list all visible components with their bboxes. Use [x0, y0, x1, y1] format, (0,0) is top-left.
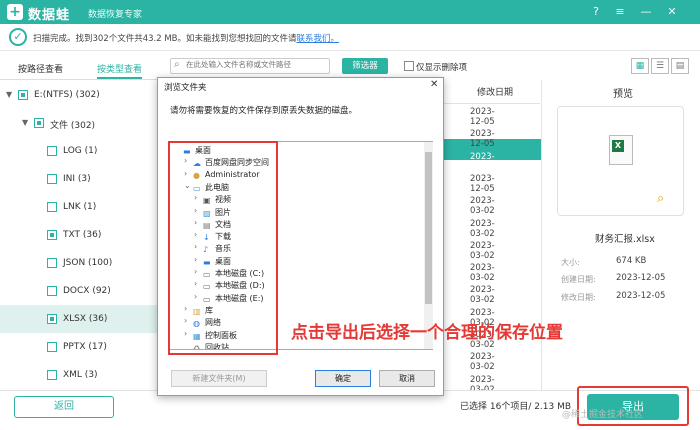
tree-checkbox[interactable] [47, 314, 57, 324]
app-logo-icon: + [7, 4, 23, 20]
highlight-box [168, 141, 278, 355]
magnify-icon[interactable]: ⌕ [657, 191, 664, 206]
settings-icon[interactable]: ≡ [613, 5, 627, 19]
tree-checkbox[interactable] [18, 90, 28, 100]
tree-item-label: E:(NTFS) (302) [34, 90, 100, 100]
created-value: 2023-12-05 [616, 273, 666, 283]
check-icon: ✓ [9, 28, 27, 46]
app-name: 数据蛙 [28, 8, 71, 23]
dialog-title: 浏览文件夹 [164, 83, 207, 93]
excel-icon: X [612, 140, 624, 152]
tab-by-path[interactable]: 按路径查看 [18, 62, 63, 75]
tree-item-label: DOCX (92) [63, 286, 111, 296]
tree-checkbox[interactable] [47, 230, 57, 240]
tree-checkbox[interactable] [47, 258, 57, 268]
date-cell: 2023-03-02 [470, 352, 495, 373]
size-value: 674 KB [616, 256, 647, 266]
modified-label: 修改日期: [561, 293, 596, 302]
detail-view-icon[interactable]: ▤ [671, 58, 689, 74]
grid-view-icon[interactable]: ▦ [631, 58, 649, 74]
date-cell: 2023-03-02 [470, 285, 495, 306]
annotation-text: 点击导出后选择一个合理的保存位置 [291, 323, 563, 343]
tree-checkbox[interactable] [47, 286, 57, 296]
selected-info: 已选择 16个项目/ 2.13 MB [460, 402, 572, 412]
export-highlight-box [577, 386, 689, 426]
tree-checkbox[interactable] [47, 370, 57, 380]
tree-checkbox[interactable] [47, 202, 57, 212]
ok-button[interactable]: 确定 [315, 370, 371, 387]
tree-item-label: XLSX (36) [63, 314, 108, 324]
preview-title: 预览 [613, 89, 633, 100]
cancel-button[interactable]: 取消 [379, 370, 435, 387]
size-label: 大小: [561, 258, 580, 267]
tree-item-label: LNK (1) [63, 202, 97, 212]
modified-value: 2023-12-05 [616, 291, 666, 301]
tree-item-label: PPTX (17) [63, 342, 107, 352]
watermark: @稀土掘金技术社区 [562, 410, 644, 420]
close-icon[interactable]: ✕ [665, 5, 679, 19]
expand-arrow-icon[interactable]: ▼ [6, 90, 12, 99]
status-message: 扫描完成。找到302个文件共43.2 MB。如未能找到您想找回的文件请联系我们。 [33, 34, 340, 44]
type-tree: ▼ E:(NTFS) (302) ▼ 文件 (302) LOG (1) INI (3) LN… [0, 81, 160, 386]
date-cell: 2023-12-05 [470, 151, 495, 172]
created-label: 创建日期: [561, 275, 596, 284]
new-folder-button[interactable]: 新建文件夹(M) [171, 370, 267, 387]
preview-filename: 财务汇报.xlsx [595, 234, 655, 245]
search-input[interactable] [186, 60, 326, 69]
dialog-close-icon[interactable]: ✕ [430, 79, 438, 90]
only-deleted-label: 仅显示删除项 [416, 63, 468, 73]
scrollbar-thumb[interactable] [425, 152, 432, 304]
tree-checkbox[interactable] [34, 118, 44, 128]
dialog-message: 请勿将需要恢复的文件保存到原丢失数据的磁盘。 [170, 106, 358, 116]
date-cell: 2023-03-02 [470, 263, 495, 284]
date-cell: 2023-12-05 [470, 173, 495, 194]
date-cell: 2023-03-02 [470, 218, 495, 239]
tree-item-label: 文件 (302) [50, 121, 96, 131]
filter-button[interactable]: 筛选器 [342, 58, 388, 74]
list-view-icon[interactable]: ☰ [651, 58, 669, 74]
tree-item-label: LOG (1) [63, 146, 98, 156]
question-icon[interactable]: ? [589, 5, 603, 19]
tree-item-label: JSON (100) [63, 258, 113, 268]
search-icon: ⌕ [174, 59, 180, 70]
minimize-icon[interactable]: — [639, 5, 653, 19]
tree-checkbox[interactable] [47, 174, 57, 184]
column-modified-date[interactable]: 修改日期 [477, 85, 513, 98]
date-cell: 2023-12-05 [470, 107, 495, 127]
tree-item-label: XML (3) [63, 370, 98, 380]
tree-item-label: TXT (36) [63, 230, 102, 240]
preview-divider [541, 80, 542, 390]
app-subtitle: 数据恢复专家 [88, 10, 143, 20]
tree-item-label: INI (3) [63, 174, 91, 184]
tab-by-type[interactable]: 按类型查看 [97, 62, 143, 79]
back-button[interactable]: 返回 [14, 396, 114, 418]
date-cell: 2023-12-05 [470, 129, 495, 150]
date-cell: 2023-03-02 [470, 240, 495, 261]
expand-arrow-icon[interactable]: ▼ [22, 118, 28, 127]
tree-checkbox[interactable] [47, 342, 57, 352]
only-deleted-checkbox[interactable] [404, 61, 414, 71]
contact-us-link[interactable]: 联系我们。 [297, 34, 340, 44]
tree-checkbox[interactable] [47, 146, 57, 156]
date-cell: 2023-03-02 [470, 196, 495, 217]
